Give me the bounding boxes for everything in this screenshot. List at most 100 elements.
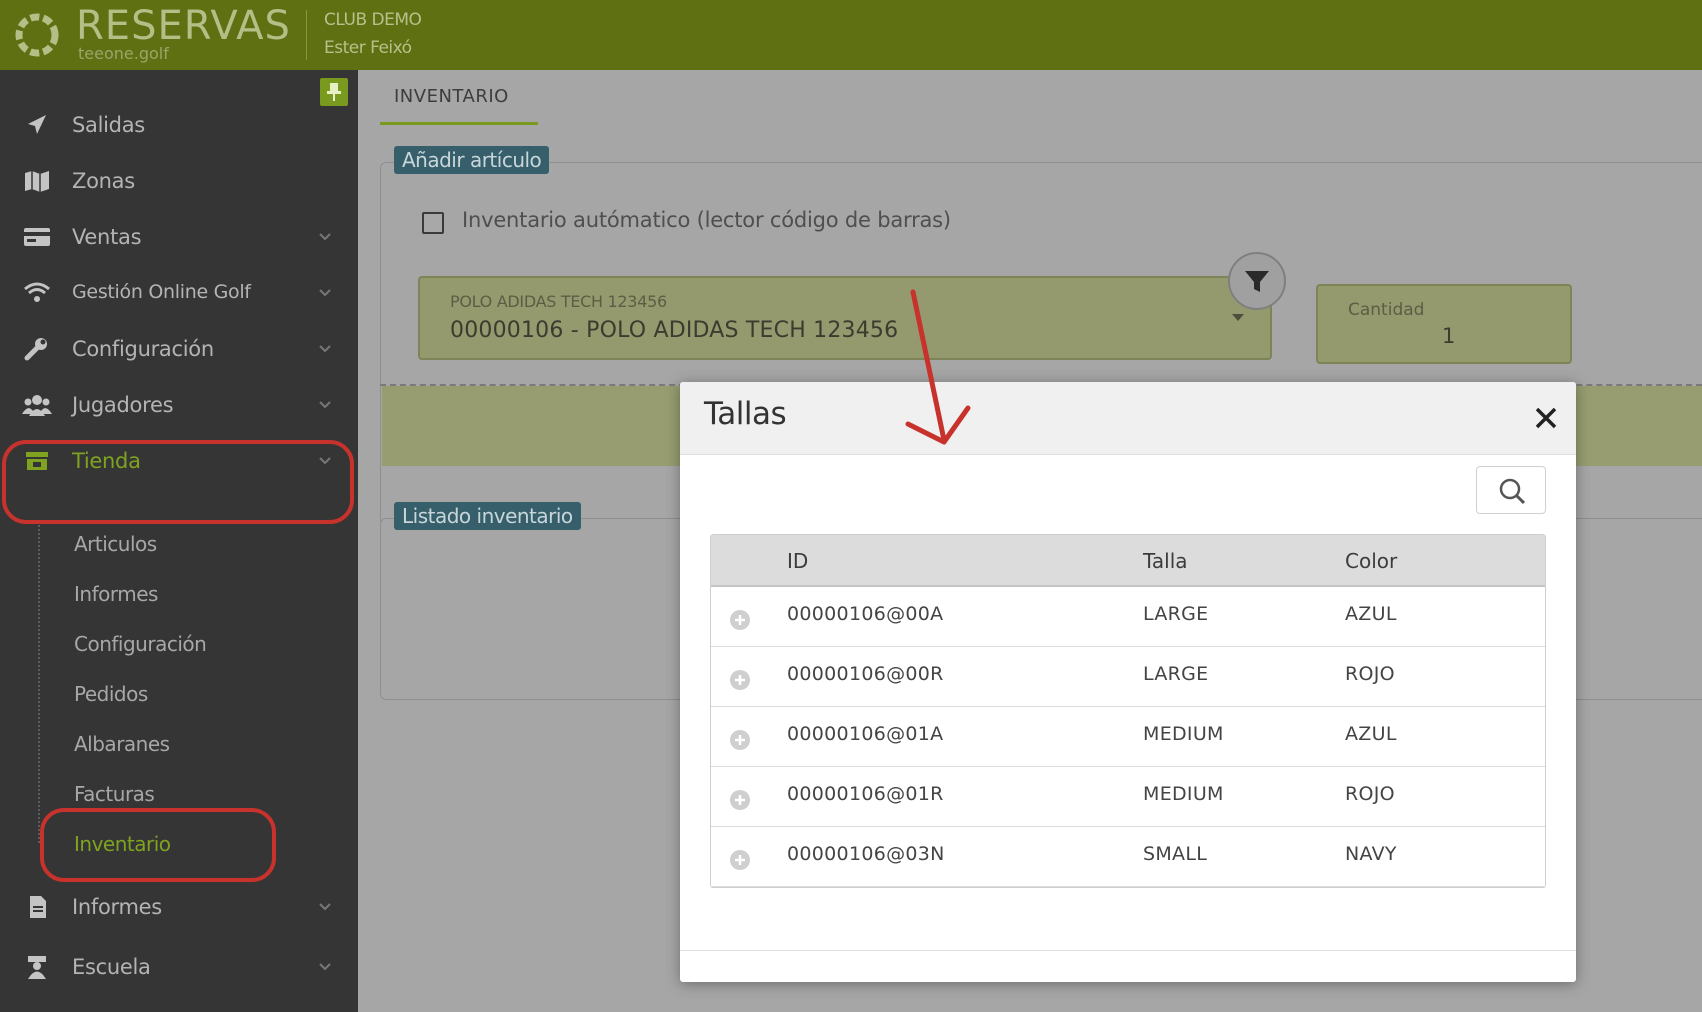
file-icon [30,896,46,918]
submenu-item-configuracion[interactable]: Configuración [74,632,207,656]
sidebar-item-label: Ventas [72,225,142,249]
modal-title: Tallas [704,396,787,432]
add-circle-icon[interactable] [729,789,751,811]
column-header-talla[interactable]: Talla [1143,549,1188,573]
submenu-item-articulos[interactable]: Articulos [74,532,157,556]
brand-name: RESERVAS [76,3,291,49]
table-row[interactable]: 00000106@00R LARGE ROJO [711,647,1545,707]
cell-talla: LARGE [1143,663,1209,685]
sidebar-item-label: Informes [72,895,162,919]
chevron-down-icon [319,401,331,409]
cell-color: ROJO [1345,783,1395,805]
active-tab-indicator [380,122,538,125]
submenu-item-informes[interactable]: Informes [74,582,158,606]
sizes-table: ID Talla Color 00000106@00A LARGE AZUL 0… [710,534,1546,888]
user-name[interactable]: Ester Feixó [324,38,412,58]
submenu-guide-line [38,525,40,843]
sidebar-item-label: Escuela [72,955,151,979]
cell-id: 00000106@00A [787,603,944,625]
cell-color: AZUL [1345,603,1397,625]
sidebar-item-salidas[interactable]: Salidas [0,98,358,154]
cell-talla: LARGE [1143,603,1209,625]
add-circle-icon[interactable] [729,669,751,691]
cell-id: 00000106@03N [787,843,945,865]
product-select-label: POLO ADIDAS TECH 123456 [450,292,667,311]
quantity-field[interactable]: Cantidad 1 [1316,284,1572,364]
filter-icon [1245,271,1269,292]
sidebar-item-label: Gestión Online Golf [72,281,251,303]
cell-id: 00000106@01A [787,723,944,745]
quantity-label: Cantidad [1348,300,1425,320]
sidebar-item-label: Jugadores [72,393,174,417]
sidebar-item-gestion-online-golf[interactable]: Gestión Online Golf [0,266,358,322]
paper-plane-icon [28,115,46,134]
sidebar-item-tienda[interactable]: Tienda [0,434,358,490]
table-row[interactable]: 00000106@01A MEDIUM AZUL [711,707,1545,767]
search-icon [1499,478,1526,505]
auto-inventory-checkbox[interactable] [422,212,444,234]
wrench-icon [24,338,47,361]
modal-footer-divider [680,950,1576,951]
product-select-value: 00000106 - POLO ADIDAS TECH 123456 [450,318,899,343]
chevron-down-icon [319,457,331,465]
add-circle-icon[interactable] [729,729,751,751]
sidebar-item-informes[interactable]: Informes [0,880,358,936]
cell-color: ROJO [1345,663,1395,685]
logo-icon [15,13,59,57]
sidebar-item-label: Configuración [72,337,214,361]
brand-subtitle: teeone.golf [78,44,169,63]
sidebar: Salidas Zonas Ventas Gestión Online Golf… [0,70,358,1012]
table-header: ID Talla Color [711,535,1545,587]
sidebar-item-configuracion[interactable]: Configuración [0,322,358,378]
map-icon [25,171,49,192]
club-name[interactable]: CLUB DEMO [324,10,422,30]
top-bar: RESERVAS teeone.golf CLUB DEMO Ester Fei… [0,0,1702,70]
tab-inventario[interactable]: INVENTARIO [394,86,509,107]
submenu-item-facturas[interactable]: Facturas [74,782,155,806]
chevron-down-icon [319,903,331,911]
cell-id: 00000106@00R [787,663,944,685]
store-icon [26,452,48,470]
cell-talla: MEDIUM [1143,723,1224,745]
chevron-down-icon [319,345,331,353]
sidebar-item-label: Tienda [72,449,141,473]
teacher-icon [28,956,46,979]
submenu-item-inventario[interactable]: Inventario [74,832,171,856]
column-header-color[interactable]: Color [1345,549,1397,573]
wifi-icon [24,282,50,302]
table-row[interactable]: 00000106@00A LARGE AZUL [711,587,1545,647]
chevron-down-icon [319,289,331,297]
sidebar-item-label: Zonas [72,169,135,193]
submenu-item-pedidos[interactable]: Pedidos [74,682,148,706]
inventory-list-legend: Listado inventario [394,502,581,530]
add-circle-icon[interactable] [729,849,751,871]
users-icon [22,395,52,416]
column-header-id[interactable]: ID [787,549,808,573]
table-row[interactable]: 00000106@01R MEDIUM ROJO [711,767,1545,827]
chevron-down-icon [319,233,331,241]
quantity-value: 1 [1442,324,1456,348]
sidebar-item-label: Salidas [72,113,145,137]
credit-card-icon [24,228,50,246]
search-button[interactable] [1476,466,1546,514]
add-circle-icon[interactable] [729,609,751,631]
sidebar-item-escuela[interactable]: Escuela [0,940,358,996]
add-item-legend: Añadir artículo [394,146,550,174]
cell-color: NAVY [1345,843,1397,865]
sidebar-item-jugadores[interactable]: Jugadores [0,378,358,434]
sidebar-item-zonas[interactable]: Zonas [0,154,358,210]
cell-talla: SMALL [1143,843,1208,865]
cell-color: AZUL [1345,723,1397,745]
auto-inventory-label[interactable]: Inventario autómatico (lector código de … [462,208,951,232]
table-row[interactable]: 00000106@03N SMALL NAVY [711,827,1545,887]
modal-header: Tallas [680,382,1576,455]
close-icon[interactable] [1532,404,1560,432]
filter-button[interactable] [1228,252,1286,310]
submenu-item-albaranes[interactable]: Albaranes [74,732,170,756]
cell-talla: MEDIUM [1143,783,1224,805]
product-select[interactable]: POLO ADIDAS TECH 123456 00000106 - POLO … [418,276,1272,360]
cell-id: 00000106@01R [787,783,944,805]
chevron-down-icon [319,963,331,971]
sidebar-item-ventas[interactable]: Ventas [0,210,358,266]
header-divider [306,10,307,60]
